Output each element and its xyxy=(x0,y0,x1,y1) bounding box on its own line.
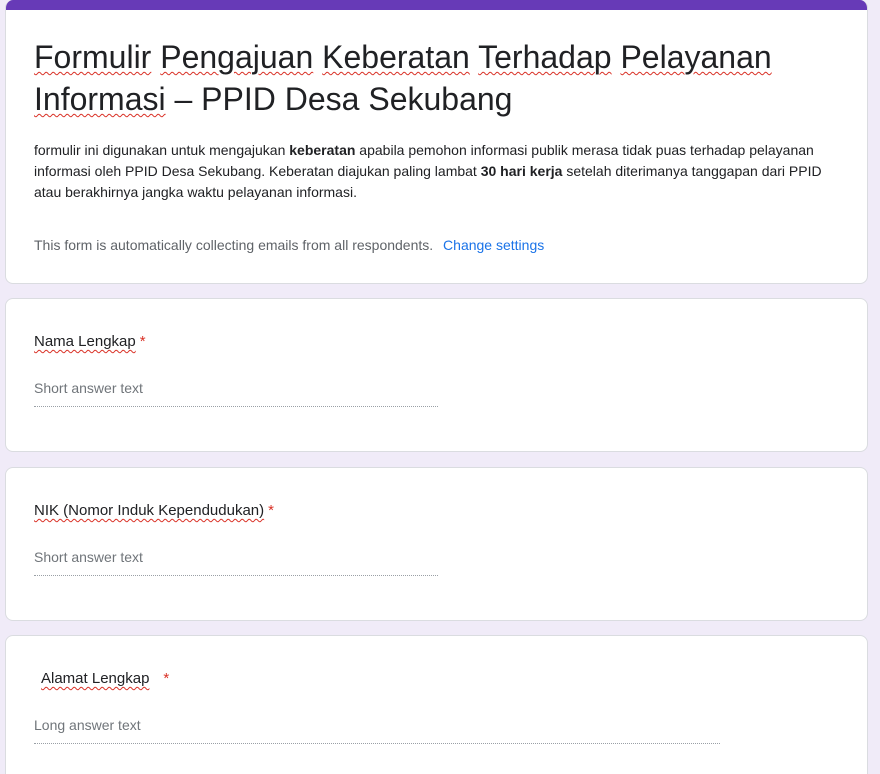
title-word: Desa xyxy=(284,81,360,117)
description-bold-text: 30 hari kerja xyxy=(480,163,563,179)
form-header-card[interactable]: Formulir Pengajuan Keberatan Terhadap Pe… xyxy=(5,0,868,284)
question-card-nik[interactable]: NIK (Nomor Induk Kependudukan) * Short an… xyxy=(5,467,868,621)
question-title: Alamat Lengkap * xyxy=(41,669,169,689)
title-word: Terhadap xyxy=(478,39,612,75)
email-notice-text: This form is automatically collecting em… xyxy=(34,237,434,253)
question-card-nama-lengkap[interactable]: Nama Lengkap * Short answer text xyxy=(5,298,868,452)
question-title-text: Nama Lengkap xyxy=(34,333,136,350)
question-title: Nama Lengkap * xyxy=(34,332,146,352)
title-word: Pengajuan xyxy=(160,39,314,75)
question-card-alamat-lengkap[interactable]: Alamat Lengkap * Long answer text xyxy=(5,635,868,774)
title-word: Keberatan xyxy=(322,39,470,75)
change-settings-link[interactable]: Change settings xyxy=(443,237,544,253)
form-title[interactable]: Formulir Pengajuan Keberatan Terhadap Pe… xyxy=(34,36,834,120)
title-word: Sekubang xyxy=(368,81,513,117)
theme-accent-bar xyxy=(6,0,867,10)
email-collection-notice: This form is automatically collecting em… xyxy=(34,235,544,255)
short-answer-field: Short answer text xyxy=(34,548,438,576)
title-word: Formulir xyxy=(34,39,152,75)
title-word: – xyxy=(174,81,193,117)
description-text: formulir ini digunakan untuk mengajukan xyxy=(34,142,290,158)
required-asterisk: * xyxy=(163,670,170,687)
question-title: NIK (Nomor Induk Kependudukan) * xyxy=(34,501,274,521)
form-editor-page: Formulir Pengajuan Keberatan Terhadap Pe… xyxy=(0,0,880,774)
question-title-text: Alamat Lengkap xyxy=(41,670,150,687)
title-word: PPID xyxy=(201,81,276,117)
description-bold-text: keberatan xyxy=(289,142,356,158)
title-word: Informasi xyxy=(34,81,166,117)
short-answer-field: Short answer text xyxy=(34,379,438,407)
required-asterisk: * xyxy=(268,502,274,519)
long-answer-field: Long answer text xyxy=(34,716,720,744)
question-title-text: NIK (Nomor Induk Kependudukan) xyxy=(34,502,265,519)
form-description[interactable]: formulir ini digunakan untuk mengajukan … xyxy=(34,140,834,203)
title-word: Pelayanan xyxy=(620,39,772,75)
required-asterisk: * xyxy=(139,333,146,350)
